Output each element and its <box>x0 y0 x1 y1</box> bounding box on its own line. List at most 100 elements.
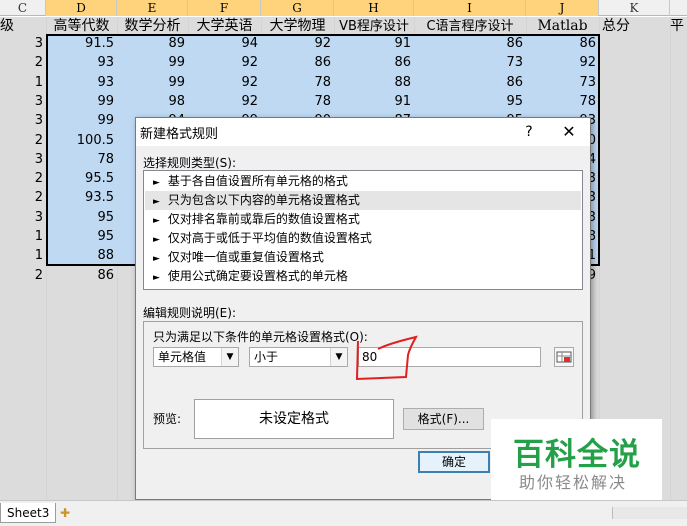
table-cell[interactable]: 2 <box>0 169 46 188</box>
rule-type-item[interactable]: ► 使用公式确定要设置格式的单元格 <box>145 267 581 286</box>
table-cell[interactable]: 3 <box>0 208 46 227</box>
col-header-h[interactable]: H <box>334 0 414 16</box>
table-cell[interactable]: 86 <box>414 73 526 92</box>
table-cell[interactable]: 91 <box>334 92 414 111</box>
table-cell[interactable]: 91.5 <box>46 34 117 53</box>
table-cell[interactable]: 1 <box>0 227 46 246</box>
table-cell[interactable]: 78 <box>261 73 334 92</box>
horizontal-scrollbar[interactable] <box>612 507 687 519</box>
table-cell[interactable]: 92 <box>188 73 261 92</box>
table-cell[interactable]: 78 <box>526 92 599 111</box>
table-cell[interactable]: 86 <box>46 266 117 285</box>
table-cell[interactable]: 86 <box>334 53 414 72</box>
watermark-subtitle: 助你轻松解决 <box>519 473 628 492</box>
table-cell[interactable]: 2 <box>0 188 46 207</box>
table-cell[interactable]: 73 <box>414 53 526 72</box>
table-cell[interactable]: 100.5 <box>46 131 117 150</box>
table-cell[interactable]: 78 <box>261 92 334 111</box>
table-cell[interactable]: 91 <box>334 34 414 53</box>
table-cell[interactable]: 89 <box>117 34 188 53</box>
col-header-i[interactable]: I <box>414 0 526 16</box>
table-cell[interactable]: 78 <box>46 150 117 169</box>
table-cell[interactable]: 88 <box>46 246 117 265</box>
operator-dropdown[interactable]: 小于 ▼ <box>249 347 348 367</box>
bullet-arrow-icon: ► <box>153 235 160 245</box>
table-cell[interactable]: 73 <box>526 73 599 92</box>
table-cell[interactable]: 92 <box>188 92 261 111</box>
table-cell[interactable]: 86 <box>261 53 334 72</box>
table-cell[interactable]: 2 <box>0 53 46 72</box>
table-cell[interactable]: 93 <box>46 53 117 72</box>
table-cell[interactable]: 2 <box>0 266 46 285</box>
table-cell[interactable]: 3 <box>0 92 46 111</box>
table-cell[interactable]: 95 <box>46 208 117 227</box>
table-cell[interactable]: 3 <box>0 150 46 169</box>
rule-type-label: 仅对高于或低于平均值的数值设置格式 <box>167 231 372 245</box>
table-cell[interactable]: 3 <box>0 111 46 130</box>
rule-type-label: 仅对排名靠前或靠后的数值设置格式 <box>167 212 360 226</box>
col-header-f[interactable]: F <box>188 0 261 16</box>
header-cell[interactable]: 平 <box>670 17 687 36</box>
table-cell[interactable]: 99 <box>117 73 188 92</box>
red-annotation-mark <box>355 335 418 381</box>
table-cell[interactable]: 99 <box>46 92 117 111</box>
rule-type-label: 只为包含以下内容的单元格设置格式 <box>167 193 360 207</box>
table-cell[interactable]: 1 <box>0 246 46 265</box>
rule-type-item[interactable]: ► 仅对排名靠前或靠后的数值设置格式 <box>145 210 581 229</box>
table-cell[interactable]: 94 <box>188 34 261 53</box>
dialog-title: 新建格式规则 <box>140 127 219 142</box>
table-cell[interactable]: 93 <box>46 73 117 92</box>
rule-type-list[interactable]: ► 基于各自值设置所有单元格的格式 ► 只为包含以下内容的单元格设置格式 ► 仅对排名靠前… <box>143 170 583 290</box>
cell-value-dropdown-label: 单元格值 <box>158 350 207 364</box>
col-header-g[interactable]: G <box>261 0 334 16</box>
col-header-k[interactable]: K <box>599 0 670 16</box>
table-cell[interactable]: 1 <box>0 73 46 92</box>
range-picker-button[interactable] <box>554 347 574 367</box>
rule-type-label: 仅对唯一值或重复值设置格式 <box>167 250 324 264</box>
table-cell[interactable]: 99 <box>46 111 117 130</box>
sheet-tab[interactable]: Sheet3 <box>0 503 57 523</box>
edit-description-label: 编辑规则说明(E): <box>143 306 236 320</box>
bullet-arrow-icon: ► <box>153 254 160 264</box>
table-header-row: 级 高等代数 数学分析 大学英语 大学物理 VB程序设计 C语言程序设计 Mat… <box>0 17 687 35</box>
column-header-row: C D E F G H I J K <box>0 0 687 16</box>
table-cell[interactable]: 98 <box>117 92 188 111</box>
watermark-logo: 百科全说 助你轻松解决 <box>491 419 662 500</box>
table-cell[interactable]: 2 <box>0 131 46 150</box>
table-cell[interactable]: 3 <box>0 34 46 53</box>
table-cell[interactable]: 93.5 <box>46 188 117 207</box>
table-cell[interactable]: 88 <box>334 73 414 92</box>
new-sheet-icon[interactable]: ✚ <box>55 505 75 521</box>
col-header-d[interactable]: D <box>46 0 117 16</box>
rule-type-item[interactable]: ► 只为包含以下内容的单元格设置格式 <box>145 191 581 210</box>
condition-label: 只为满足以下条件的单元格设置格式(O): <box>153 330 368 344</box>
table-cell[interactable]: 99 <box>117 53 188 72</box>
chevron-down-icon: ▼ <box>330 348 347 366</box>
table-cell[interactable]: 95 <box>414 92 526 111</box>
rule-type-label: 使用公式确定要设置格式的单元格 <box>167 269 348 283</box>
watermark-title: 百科全说 <box>513 437 641 473</box>
table-cell[interactable]: 86 <box>526 34 599 53</box>
preview-label: 预览: <box>153 412 182 426</box>
rule-type-item[interactable]: ► 基于各自值设置所有单元格的格式 <box>145 172 581 191</box>
col-header-c[interactable]: C <box>0 0 46 16</box>
chevron-down-icon: ▼ <box>221 348 238 366</box>
cell-value-dropdown[interactable]: 单元格值 ▼ <box>153 347 239 367</box>
close-button[interactable]: ✕ <box>556 121 582 143</box>
format-button[interactable]: 格式(F)... <box>403 408 484 430</box>
table-cell[interactable]: 95 <box>46 227 117 246</box>
table-cell[interactable]: 92 <box>188 53 261 72</box>
rule-type-label: 基于各自值设置所有单元格的格式 <box>167 174 348 188</box>
table-cell[interactable]: 95.5 <box>46 169 117 188</box>
help-button[interactable]: ? <box>518 121 540 143</box>
header-cell[interactable]: 总分 <box>599 17 633 36</box>
table-cell[interactable]: 92 <box>526 53 599 72</box>
rule-type-item[interactable]: ► 仅对唯一值或重复值设置格式 <box>145 248 581 267</box>
rule-type-item[interactable]: ► 仅对高于或低于平均值的数值设置格式 <box>145 229 581 248</box>
table-cell[interactable]: 86 <box>414 34 526 53</box>
col-header-e[interactable]: E <box>117 0 188 16</box>
dialog-titlebar[interactable]: 新建格式规则 ? ✕ <box>136 118 590 146</box>
table-cell[interactable]: 92 <box>261 34 334 53</box>
col-header-j[interactable]: J <box>526 0 599 16</box>
ok-button[interactable]: 确定 <box>418 451 490 473</box>
